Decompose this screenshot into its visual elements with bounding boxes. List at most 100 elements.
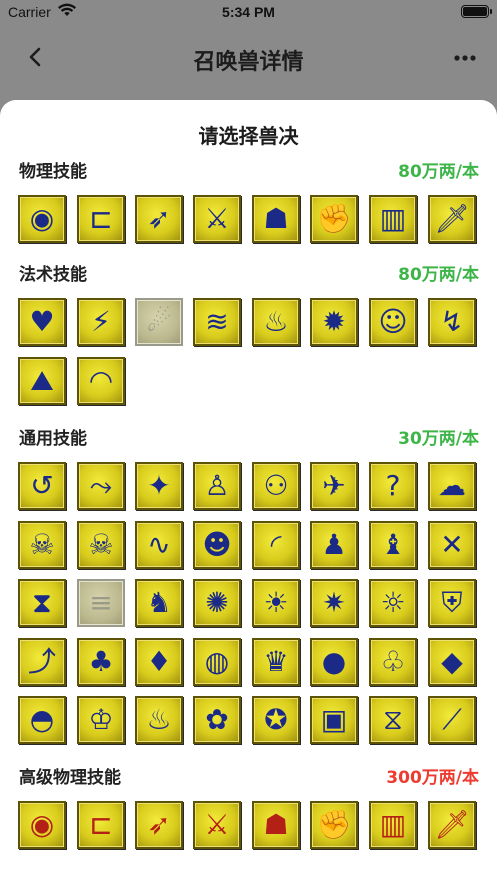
skill-book-button[interactable]: ♨ [252, 298, 300, 346]
section-price: 80万两/本 [398, 162, 479, 182]
rainbow-icon: ◜ [270, 527, 282, 561]
skill-book-button[interactable]: ♟ [310, 520, 358, 569]
skill-book-button[interactable]: ☁ [428, 462, 476, 510]
adv-bow-icon: ➶ [147, 808, 171, 841]
skill-book-button[interactable]: 🗡 [428, 195, 476, 243]
skill-book-button[interactable]: ✊ [310, 801, 358, 849]
crown-orb-icon: ♛ [263, 644, 289, 678]
skill-book-button[interactable]: ♔ [77, 696, 125, 744]
skill-book-button[interactable]: ☀ [252, 579, 300, 627]
skill-book-button[interactable]: ☼ [369, 579, 417, 627]
skill-book-button[interactable]: ☠ [77, 520, 125, 569]
status-bar: Carrier 5:34 PM [0, 0, 497, 26]
section-price: 300万两/本 [386, 768, 479, 788]
skill-book-button[interactable]: ◉ [18, 195, 66, 243]
section-header: 通用技能 30万两/本 [0, 424, 497, 454]
head-icon: ☻ [202, 527, 232, 561]
skill-book-button[interactable]: ↯ [428, 298, 476, 346]
skill-book-button[interactable]: ☠ [18, 520, 66, 569]
arm-icon: ✊ [316, 202, 352, 235]
suit-icon: ♟ [321, 527, 347, 561]
more-options-icon[interactable] [449, 44, 481, 72]
skill-book-button[interactable]: ≡ [77, 579, 125, 627]
skill-book-button[interactable]: ⛨ [428, 579, 476, 627]
skill-book-button[interactable]: ◓ [18, 696, 66, 744]
skill-book-button[interactable]: ✪ [252, 696, 300, 744]
adv-figure-icon: ☗ [263, 808, 289, 841]
skill-grid: ♥ ⚡ ☄ ≋ ♨ ✹ ☺ ↯ ⛰ ◠ [0, 298, 497, 415]
sun-core-icon: ✷ [322, 586, 346, 619]
skill-picker-sheet: 请选择兽决 物理技能 80万两/本 ◉ ⊏ ➶ ⚔ ☗ ✊ ▥ 🗡 法术技能 80万两/本 ♥ ⚡ ☄ ≋ ♨ ✹… [0, 100, 497, 883]
heart-shield-icon: ♥ [29, 305, 55, 338]
skill-book-button[interactable]: ⚔ [193, 801, 241, 849]
skill-book-button[interactable]: ⚇ [252, 462, 300, 510]
skill-book-button[interactable]: ♧ [369, 637, 417, 686]
skill-book-button[interactable]: ∿ [135, 520, 183, 569]
skill-book-button[interactable]: ≋ [193, 298, 241, 346]
skill-book-button[interactable]: ✈ [310, 462, 358, 510]
skill-book-button[interactable]: ✊ [310, 195, 358, 243]
skill-book-button[interactable]: ♦ [135, 637, 183, 686]
meteor-icon: ☄ [146, 305, 172, 338]
skill-book-button[interactable]: ✺ [193, 579, 241, 627]
sword-icon: ⚔ [204, 202, 230, 235]
skill-book-button[interactable]: ▥ [369, 801, 417, 849]
wind-orb-icon: ◍ [204, 644, 230, 678]
tree-arrow-icon: ⤴ [27, 644, 56, 678]
skill-book-button[interactable]: 🗡 [428, 801, 476, 849]
doll-icon: ☺ [378, 305, 408, 338]
cage-icon: ▥ [379, 202, 407, 235]
skill-book-button[interactable]: ✿ [193, 696, 241, 744]
skill-book-button[interactable]: ♝ [369, 520, 417, 569]
eye-icon: ◉ [29, 202, 55, 235]
skill-book-button[interactable]: ⧖ [369, 696, 417, 744]
skill-book-button[interactable]: ◆ [428, 637, 476, 686]
sound-wave-icon: ◠ [88, 363, 114, 397]
fire-icon: ♨ [263, 305, 289, 338]
skill-book-button[interactable]: ◉ [18, 801, 66, 849]
skill-book-button[interactable]: ♣ [77, 637, 125, 686]
section-price: 30万两/本 [398, 429, 479, 449]
sprout-blob-icon: ✿ [205, 703, 229, 736]
skill-book-button[interactable]: ✹ [310, 298, 358, 346]
section-name: 通用技能 [19, 429, 87, 449]
skill-book-button[interactable]: ◠ [77, 356, 125, 405]
skill-book-button[interactable]: ▥ [369, 195, 417, 243]
skill-book-button[interactable]: ▣ [310, 696, 358, 744]
skill-book-button[interactable]: ↺ [18, 462, 66, 510]
skill-book-button[interactable]: ➶ [135, 801, 183, 849]
skill-book-button[interactable]: ⊏ [77, 195, 125, 243]
skill-book-button[interactable]: ➶ [135, 195, 183, 243]
skill-book-button[interactable]: ⊏ [77, 801, 125, 849]
skill-book-button[interactable]: ✷ [310, 579, 358, 627]
skill-book-button[interactable]: ♞ [135, 579, 183, 627]
skill-book-button[interactable]: ● [310, 637, 358, 686]
skill-book-button[interactable]: ☺ [369, 298, 417, 346]
skill-book-button[interactable]: ? [369, 462, 417, 510]
skill-book-button[interactable]: ✦ [135, 462, 183, 510]
skill-book-button[interactable]: ♛ [252, 637, 300, 686]
skill-book-button[interactable]: ⧗ [18, 579, 66, 627]
skill-book-button[interactable]: ⚡ [77, 298, 125, 346]
skill-book-button[interactable]: ♙ [193, 462, 241, 510]
skill-book-button[interactable]: ◍ [193, 637, 241, 686]
tree-icon: ♣ [88, 644, 114, 678]
sprout-orb-icon: ♧ [380, 644, 406, 678]
skill-book-button[interactable]: ⤴ [18, 637, 66, 686]
skill-book-button[interactable]: ☗ [252, 195, 300, 243]
clock: 5:34 PM [222, 4, 275, 20]
skill-book-button[interactable]: ☻ [193, 520, 241, 569]
skill-book-button[interactable]: ♨ [135, 696, 183, 744]
skill-book-button[interactable]: ◜ [252, 520, 300, 569]
explosion-icon: ✹ [322, 305, 346, 338]
turtle-shell-icon: ✪ [264, 703, 288, 736]
snake-icon: ∿ [147, 527, 171, 561]
skill-book-button[interactable]: ☄ [135, 298, 183, 346]
skill-book-button[interactable]: ⤳ [77, 462, 125, 510]
skill-book-button[interactable]: ⛰ [18, 356, 66, 405]
skill-book-button[interactable]: ♥ [18, 298, 66, 346]
skill-book-button[interactable]: ⟋ [428, 696, 476, 744]
skill-book-button[interactable]: ✕ [428, 520, 476, 569]
skill-book-button[interactable]: ☗ [252, 801, 300, 849]
skill-book-button[interactable]: ⚔ [193, 195, 241, 243]
